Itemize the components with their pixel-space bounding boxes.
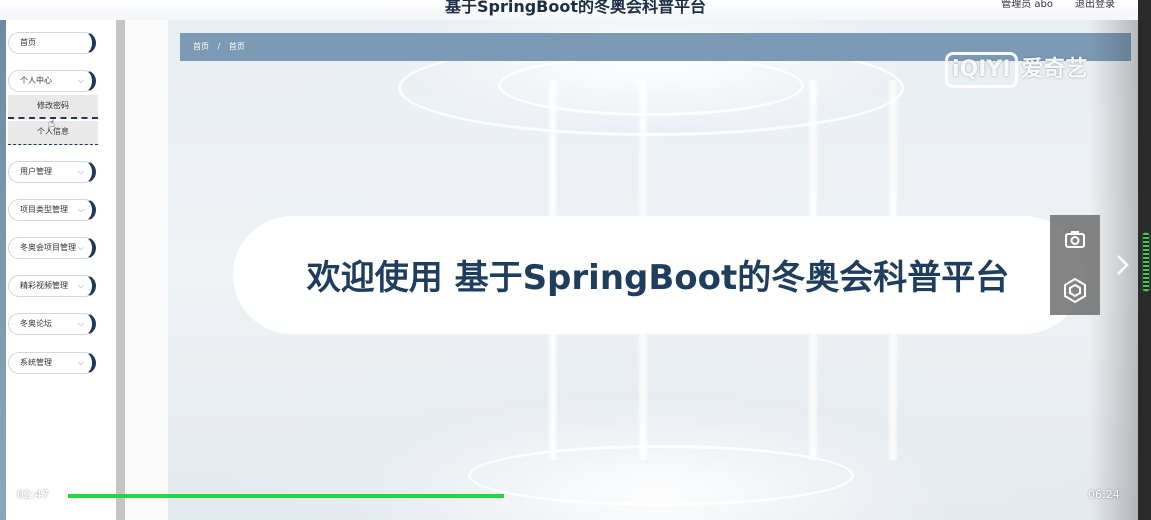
progress-bar[interactable] bbox=[68, 494, 1070, 498]
iqiyi-logo: iQIYI bbox=[945, 52, 1018, 88]
watermark-brand: 爱奇艺 bbox=[1021, 57, 1088, 82]
chevron-down-icon: ⌵ bbox=[77, 76, 84, 85]
sidebar-item-project-type-management[interactable]: 项目类型管理 ⌵ bbox=[8, 199, 96, 221]
breadcrumb-item-home[interactable]: 首页 bbox=[193, 42, 209, 51]
screenshot-target-icon[interactable] bbox=[1050, 265, 1100, 315]
chevron-right-icon[interactable] bbox=[1111, 252, 1135, 278]
breadcrumb-item-current: 首页 bbox=[228, 42, 245, 51]
ceiling-ring-inner bbox=[498, 55, 804, 116]
sidebar-item-label: 冬奥论坛 bbox=[20, 319, 52, 328]
chevron-down-icon: ⌵ bbox=[77, 167, 84, 176]
logout-link[interactable]: 退出登录 bbox=[1075, 0, 1115, 10]
chevron-down-icon: ⌵ bbox=[77, 281, 84, 290]
time-current: 02:47 bbox=[17, 488, 49, 501]
sidebar-item-label: 精彩视频管理 bbox=[20, 281, 68, 290]
hand-cursor-icon: ☝ bbox=[48, 116, 56, 130]
player-side-tools bbox=[1050, 215, 1100, 315]
time-total: 06:24 bbox=[1088, 488, 1120, 501]
sidebar-item-home[interactable]: 首页 bbox=[8, 32, 96, 54]
chevron-down-icon: ⌵ bbox=[77, 205, 84, 214]
sidebar-item-personal-center[interactable]: 个人中心 ⌵ bbox=[8, 70, 96, 92]
sidebar-item-user-management[interactable]: 用户管理 ⌵ bbox=[8, 161, 96, 183]
sidebar-item-label: 个人中心 bbox=[20, 76, 52, 85]
sidebar-gap bbox=[125, 20, 168, 520]
iqiyi-watermark: iQIYI 爱奇艺 bbox=[945, 52, 1088, 88]
chevron-down-icon: ⌵ bbox=[77, 358, 84, 367]
submenu-label: 修改密码 bbox=[37, 101, 69, 110]
sidebar-item-label: 首页 bbox=[20, 38, 36, 47]
breadcrumb-separator: / bbox=[217, 42, 221, 51]
header-bar: 基于SpringBoot的冬奥会科普平台 管理员 abo 退出登录 bbox=[0, 0, 1151, 20]
screen: 首页 个人中心 ⌵ 修改密码 个人信息 用户管理 ⌵ 项目类型管理 ⌵ 冬奥会项… bbox=[0, 0, 1151, 520]
sidebar-divider bbox=[116, 20, 125, 520]
chevron-down-icon: ⌵ bbox=[77, 243, 84, 252]
sidebar-item-label: 用户管理 bbox=[20, 167, 52, 176]
sidebar-item-label: 项目类型管理 bbox=[20, 205, 68, 214]
sidebar-item-system-management[interactable]: 系统管理 ⌵ bbox=[8, 352, 96, 374]
chevron-down-icon: ⌵ bbox=[77, 319, 84, 328]
sidebar-item-forum[interactable]: 冬奥论坛 ⌵ bbox=[8, 313, 96, 335]
camera-icon[interactable] bbox=[1050, 215, 1100, 265]
volume-level-indicator[interactable] bbox=[1142, 232, 1150, 292]
progress-fill bbox=[68, 494, 504, 498]
welcome-banner: 欢迎使用 基于SpringBoot的冬奥会科普平台 bbox=[233, 216, 1083, 334]
sidebar-item-video-management[interactable]: 精彩视频管理 ⌵ bbox=[8, 275, 96, 297]
sidebar-item-label: 冬奥会项目管理 bbox=[20, 243, 76, 252]
user-info: 管理员 abo bbox=[1001, 0, 1053, 10]
sidebar-item-olympic-project-management[interactable]: 冬奥会项目管理 ⌵ bbox=[8, 237, 96, 259]
welcome-text: 欢迎使用 基于SpringBoot的冬奥会科普平台 bbox=[306, 258, 1010, 298]
sidebar-item-label: 系统管理 bbox=[20, 358, 52, 367]
app-title: 基于SpringBoot的冬奥会科普平台 bbox=[444, 0, 707, 16]
